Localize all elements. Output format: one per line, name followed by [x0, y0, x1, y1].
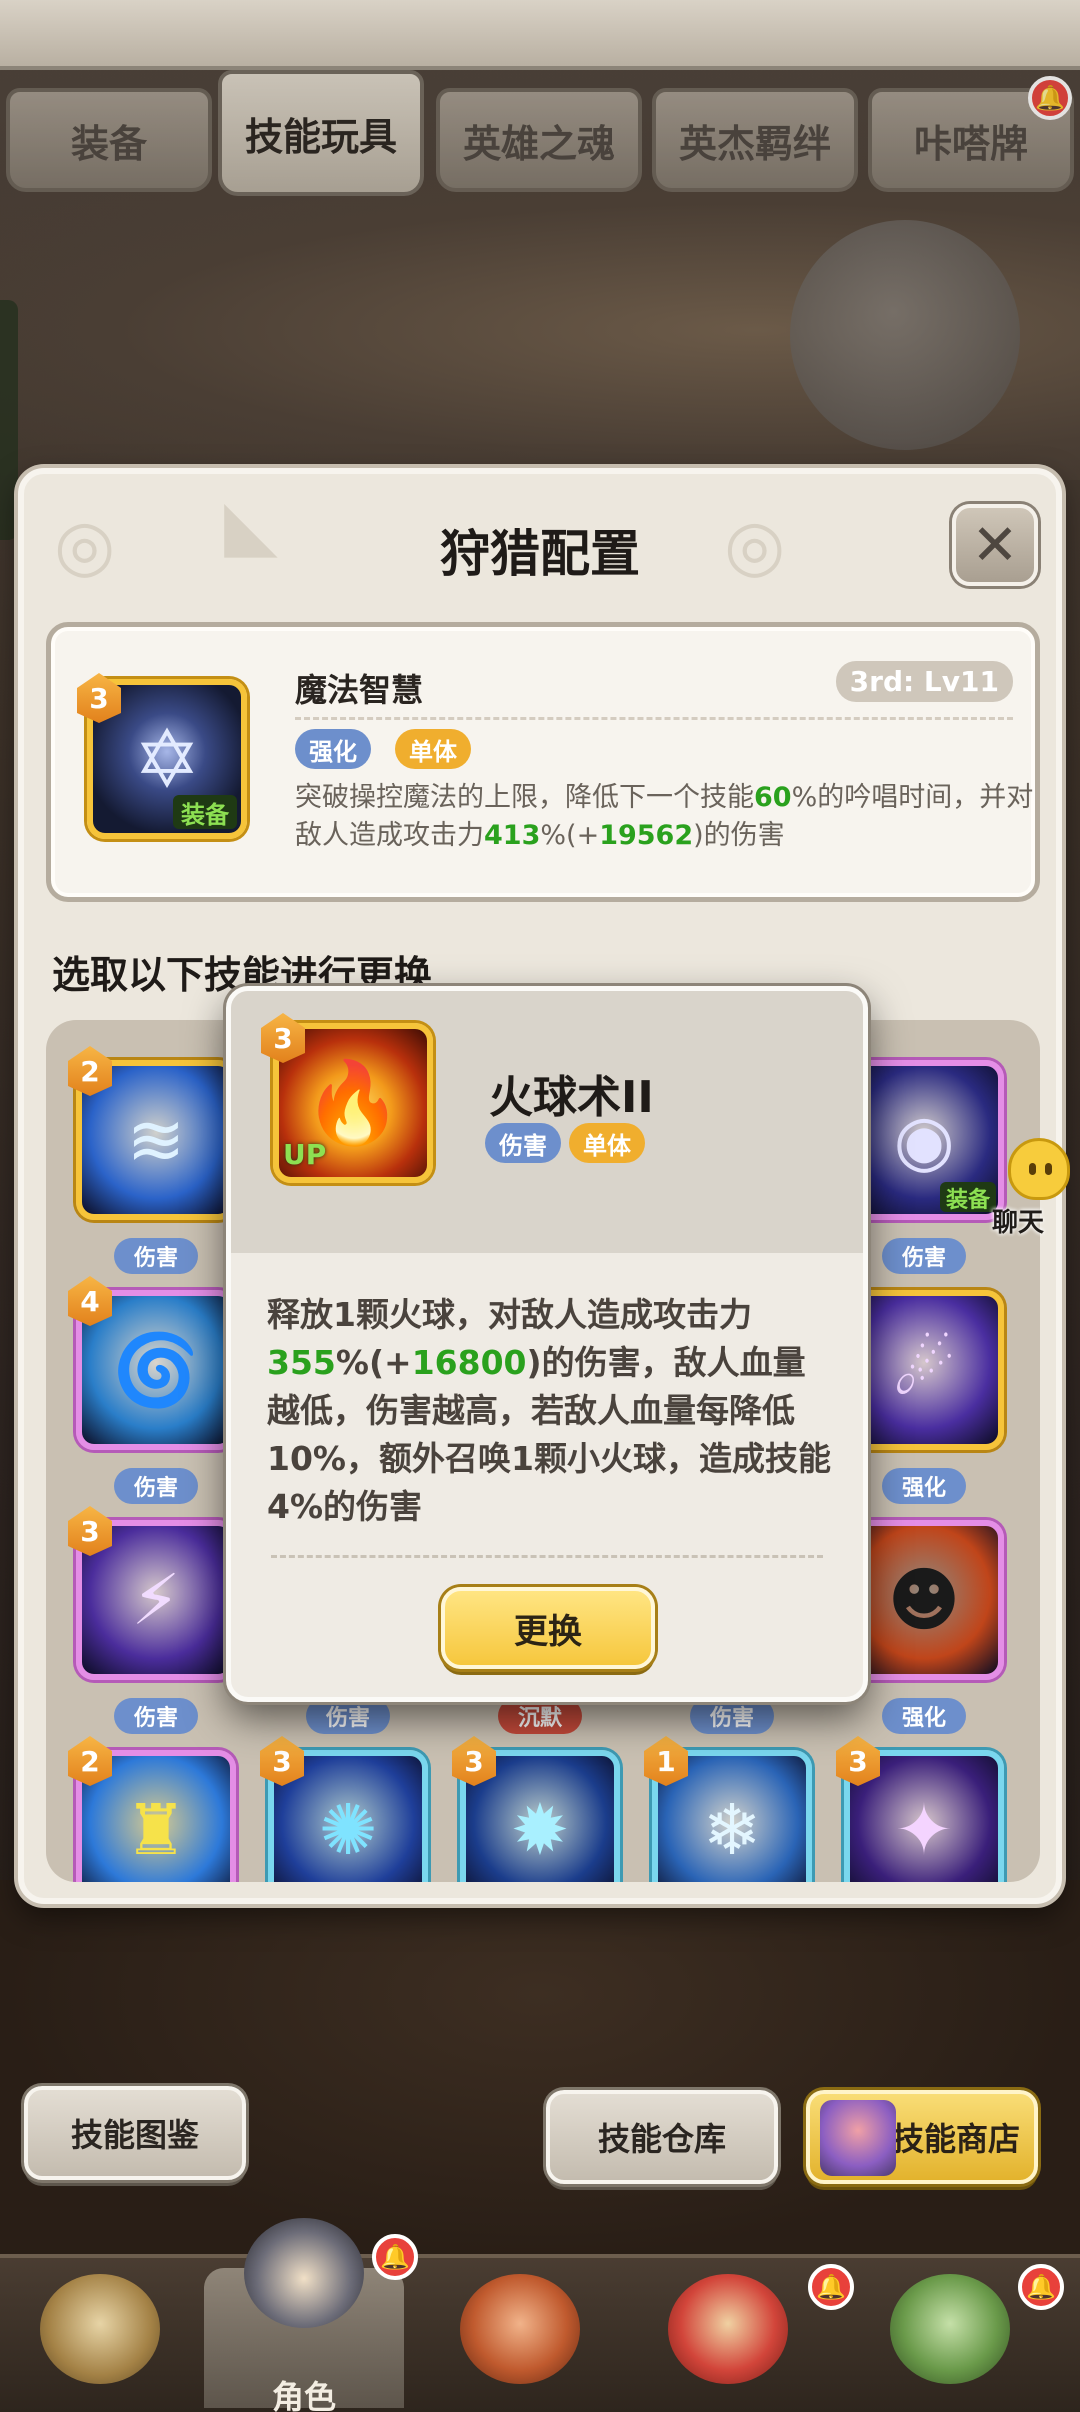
- tab-click-cards[interactable]: 咔嗒牌 🔔: [868, 76, 1074, 192]
- category-tabs: 装备 技能玩具 英雄之魂 英杰羁绊 咔嗒牌 🔔: [0, 70, 1080, 196]
- notification-bell-icon: 🔔: [1018, 2264, 1064, 2310]
- viking-avatar-icon: [40, 2274, 160, 2384]
- desc-value: 355: [267, 1343, 336, 1382]
- popup-skill-description: 释放1颗火球，对敌人造成攻击力355%(+16800)的伤害，敌人血量越低，伤害…: [267, 1291, 837, 1531]
- chat-label: 聊天: [992, 1208, 1045, 1238]
- bottom-navigation: 角色 🔔 🔔 🔔: [0, 2218, 1080, 2412]
- tag-damage: 伤害: [485, 1123, 561, 1163]
- skill-level-badge: 2: [68, 1046, 112, 1096]
- tab-equipment[interactable]: 装备: [6, 88, 212, 192]
- nav-item-hero-4[interactable]: 🔔: [628, 2264, 854, 2408]
- nav-label: 角色: [271, 2378, 336, 2412]
- desc-value: 60: [754, 782, 792, 813]
- skill-type-tag: 强化: [882, 1698, 966, 1734]
- shopkeeper-icon: [820, 2100, 896, 2176]
- close-button[interactable]: ✕: [952, 504, 1038, 586]
- shop-label: 技能商店: [891, 2120, 1020, 2158]
- background-skull-icon: [790, 220, 1020, 450]
- skill-shop-button[interactable]: 技能商店: [806, 2090, 1038, 2184]
- tribal-avatar-icon: [460, 2274, 580, 2384]
- skill-level-badge: 2: [68, 1736, 112, 1786]
- tag-enhance: 强化: [295, 729, 371, 769]
- equipped-skill-name: 魔法智慧: [295, 671, 424, 709]
- chat-face-icon: [1008, 1138, 1070, 1200]
- skill-icon: ◉ 装备: [844, 1060, 1004, 1220]
- nav-item-hero-5[interactable]: 🔔: [850, 2264, 1064, 2408]
- desc-value: 16800: [411, 1343, 527, 1382]
- skill-type-tag: 强化: [882, 1468, 966, 1504]
- desc-value: 19562: [599, 820, 694, 851]
- background-ground: [0, 1880, 1080, 2260]
- background-side-panel: [0, 300, 18, 540]
- close-icon: ✕: [971, 512, 1019, 578]
- popup-skill-name: 火球术II: [489, 1072, 654, 1123]
- panel-title: 狩猎配置: [440, 525, 640, 583]
- desc-text: )的伤害: [693, 820, 785, 851]
- tab-label: 英雄之魂: [462, 121, 615, 166]
- skill-detail-popup: 🔥 UP 3 火球术II 伤害 单体 释放1颗火球，对敌人造成攻击力355%(+…: [226, 986, 868, 1702]
- skill-glyph-icon: ☄: [892, 1329, 956, 1411]
- tag-single-target: 单体: [395, 729, 471, 769]
- skill-glyph-icon: ☻: [887, 1559, 961, 1641]
- tab-hero-bond[interactable]: 英杰羁绊: [652, 88, 858, 192]
- notification-bell-icon: 🔔: [372, 2234, 418, 2280]
- skill-icon: ☻: [844, 1520, 1004, 1680]
- divider: [295, 717, 1013, 720]
- skill-type-tag: 沉默: [498, 1698, 582, 1734]
- notification-bell-icon: 🔔: [808, 2264, 854, 2310]
- tab-skill-toys[interactable]: 技能玩具: [218, 70, 424, 196]
- skill-level-badge: 3: [68, 1506, 112, 1556]
- skill-warehouse-button[interactable]: 技能仓库: [546, 2090, 778, 2184]
- tab-label: 技能玩具: [244, 114, 397, 159]
- skill-type-tag: 伤害: [114, 1698, 198, 1734]
- desc-text: %(+: [335, 1343, 412, 1382]
- tab-hero-soul[interactable]: 英雄之魂: [436, 88, 642, 192]
- equipped-skill-card: ✡ 装备 3 魔法智慧 3rd: Lv11 强化 单体 突破操控魔法的上限，降低…: [46, 622, 1040, 902]
- chat-button[interactable]: 聊天: [986, 1138, 1076, 1238]
- equipped-skill-description: 突破操控魔法的上限，降低下一个技能60%的吟唱时间，并对敌人造成攻击力413%(…: [295, 779, 1035, 855]
- equipped-skill-level: 3rd: Lv11: [835, 661, 1013, 702]
- goblin-avatar-icon: [890, 2274, 1010, 2384]
- desc-value: 413: [484, 820, 541, 851]
- skill-level-badge: 1: [644, 1736, 688, 1786]
- skill-codex-button[interactable]: 技能图鉴: [24, 2086, 246, 2180]
- swap-button[interactable]: 更换: [441, 1587, 655, 1669]
- desc-text: 释放1颗火球，对敌人造成攻击力: [267, 1295, 752, 1334]
- skill-level-badge: 3: [260, 1736, 304, 1786]
- skill-icon: ☄: [844, 1290, 1004, 1450]
- tab-label: 咔嗒牌: [913, 121, 1028, 166]
- desc-text: 突破操控魔法的上限，降低下一个技能: [295, 782, 754, 813]
- upgrade-tag: UP: [283, 1138, 327, 1171]
- character-avatar-icon: [244, 2218, 364, 2328]
- skill-type-tag: 伤害: [114, 1468, 198, 1504]
- tab-label: 装备: [70, 121, 147, 166]
- nav-item-hero-1[interactable]: [0, 2268, 200, 2408]
- skill-level-badge: 3: [836, 1736, 880, 1786]
- divider: [271, 1555, 823, 1558]
- tag-single-target: 单体: [569, 1123, 645, 1163]
- top-status-strip: [0, 0, 1080, 70]
- equipped-tag: 装备: [173, 795, 237, 829]
- skill-type-tag: 伤害: [306, 1698, 390, 1734]
- skill-type-tag: 伤害: [690, 1698, 774, 1734]
- skill-level-badge: 4: [68, 1276, 112, 1326]
- desc-text: %(+: [540, 820, 600, 851]
- notification-bell-icon: 🔔: [1028, 76, 1072, 120]
- tab-label: 英杰羁绊: [678, 121, 831, 166]
- skill-level-badge: 3: [452, 1736, 496, 1786]
- nav-item-hero-3[interactable]: [420, 2268, 620, 2408]
- skill-type-tag: 伤害: [882, 1238, 966, 1274]
- skill-type-tag: 伤害: [114, 1238, 198, 1274]
- nav-item-character[interactable]: 角色 🔔: [204, 2218, 418, 2412]
- dino-avatar-icon: [668, 2274, 788, 2384]
